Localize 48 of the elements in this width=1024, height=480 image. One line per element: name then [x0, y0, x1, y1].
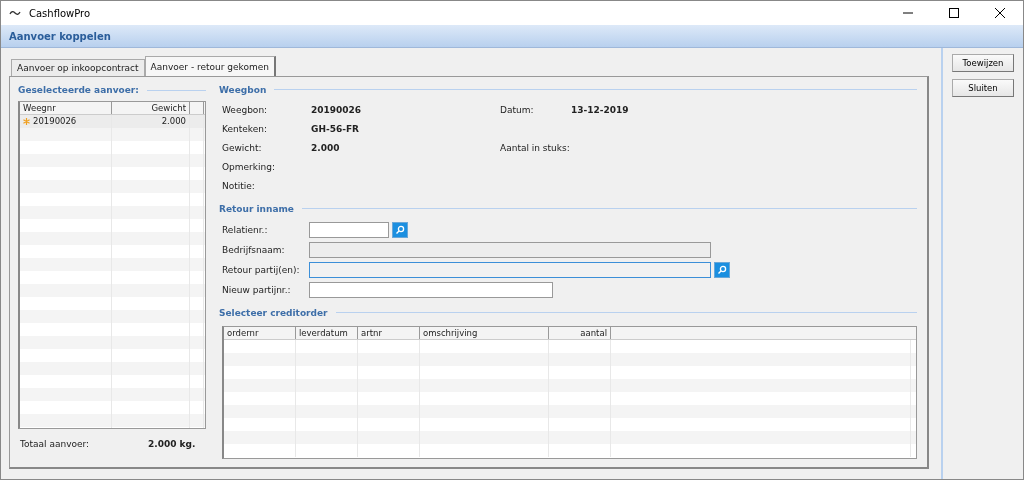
total-label: Totaal aanvoer:: [20, 439, 91, 449]
asterisk-icon: [23, 118, 30, 125]
column-header[interactable]: leverdatum: [296, 326, 358, 339]
field-label: Kenteken:: [222, 124, 268, 135]
input-field[interactable]: [309, 281, 553, 298]
field-label: Nieuw partijnr.:: [222, 284, 292, 295]
search-button[interactable]: [392, 221, 408, 238]
app-icon: [9, 9, 21, 17]
section-title: Weegbon: [219, 84, 267, 95]
action-button[interactable]: Sluiten: [952, 79, 1014, 97]
column-header[interactable]: artnr: [358, 326, 420, 339]
field-label: Datum:: [500, 105, 535, 116]
column-header[interactable]: ordernr: [224, 326, 296, 339]
input-field[interactable]: [309, 221, 389, 238]
column-header[interactable]: aantal: [549, 326, 611, 339]
action-button[interactable]: Toewijzen: [952, 54, 1014, 72]
field-value: 2.000: [311, 143, 341, 154]
search-icon: [395, 224, 405, 235]
input-field[interactable]: [309, 261, 711, 278]
field-label: Weegbon:: [222, 105, 269, 116]
table-cell: 20190026: [33, 115, 77, 128]
field-label: Relatienr.:: [222, 224, 269, 235]
search-icon: [717, 264, 727, 275]
tab[interactable]: Aanvoer op inkoopcontract: [11, 59, 145, 76]
field-label: Aantal in stuks:: [500, 143, 571, 154]
maximize-icon: [949, 8, 959, 18]
tab[interactable]: Aanvoer - retour gekomen: [144, 56, 276, 76]
table-cell: 2.000: [161, 115, 186, 128]
field-value: GH-56-FR: [311, 124, 360, 135]
field-label: Notitie:: [222, 181, 256, 192]
section-title: Geselecteerde aanvoer:: [18, 85, 139, 95]
section-title: Selecteer creditorder: [219, 307, 328, 318]
column-header[interactable]: Gewicht: [112, 102, 190, 114]
window-title: CashflowPro: [29, 7, 91, 19]
field-label: Gewicht:: [222, 143, 263, 154]
header-title: Aanvoer koppelen: [9, 30, 111, 42]
field-label: Opmerking:: [222, 162, 276, 173]
field-value: 20190026: [311, 105, 363, 116]
field-label: Bedrijfsnaam:: [222, 244, 286, 255]
column-header[interactable]: omschrijving: [420, 326, 549, 339]
section-title: Retour inname: [219, 203, 294, 214]
field-label: Retour partij(en):: [222, 264, 301, 275]
close-icon: [995, 8, 1005, 18]
column-header[interactable]: Weegnr: [20, 102, 112, 114]
table-row[interactable]: 20190026 2.000: [20, 115, 205, 128]
total-value: 2.000 kg.: [148, 439, 196, 449]
search-button[interactable]: [714, 261, 730, 278]
field-value: 13-12-2019: [571, 105, 630, 116]
